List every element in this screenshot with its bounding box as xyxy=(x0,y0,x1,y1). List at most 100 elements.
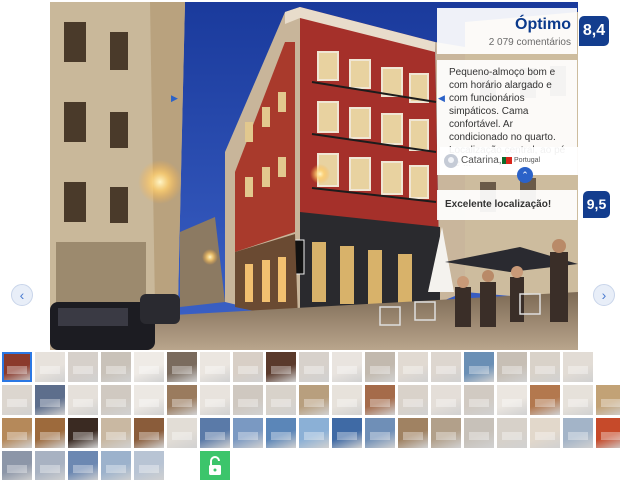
previous-photo-button[interactable]: ‹ xyxy=(11,284,33,306)
gallery-thumbnail[interactable] xyxy=(2,352,32,382)
gallery-thumbnail[interactable] xyxy=(200,352,230,382)
thumbnail-image xyxy=(172,399,192,407)
gallery-thumbnail[interactable] xyxy=(233,418,263,448)
score-badge: 8,4 xyxy=(579,16,609,46)
gallery-thumbnail[interactable] xyxy=(497,352,527,382)
gallery-thumbnail[interactable] xyxy=(464,418,494,448)
gallery-thumbnail[interactable] xyxy=(134,451,164,480)
gallery-thumbnail[interactable] xyxy=(68,451,98,480)
thumbnail-image xyxy=(73,465,93,473)
gallery-thumbnail[interactable] xyxy=(299,418,329,448)
thumbnail-image xyxy=(370,366,390,374)
thumbnail-image xyxy=(106,432,126,440)
gallery-thumbnail[interactable] xyxy=(497,385,527,415)
gallery-thumbnail[interactable] xyxy=(200,418,230,448)
gallery-thumbnail[interactable] xyxy=(134,385,164,415)
gallery-thumbnail[interactable] xyxy=(299,385,329,415)
gallery-thumbnail[interactable] xyxy=(167,385,197,415)
thumbnail-image xyxy=(337,432,357,440)
thumbnail-image xyxy=(40,432,60,440)
thumbnail-image xyxy=(139,399,159,407)
gallery-thumbnail[interactable] xyxy=(365,418,395,448)
gallery-thumbnail[interactable] xyxy=(497,418,527,448)
thumbnail-image xyxy=(271,399,291,407)
gallery-thumbnail[interactable] xyxy=(332,418,362,448)
gallery-thumbnail[interactable] xyxy=(365,352,395,382)
gallery-thumbnail[interactable] xyxy=(101,418,131,448)
main-photo[interactable] xyxy=(50,2,578,350)
thumbnail-image xyxy=(304,366,324,374)
thumbnail-image xyxy=(73,366,93,374)
hotel-gallery: ‹ › Óptimo 2 079 comentários 8,4 ◀ Peque… xyxy=(0,0,620,480)
thumbnail-image xyxy=(40,366,60,374)
thumbnail-image xyxy=(502,432,522,440)
gallery-thumbnail[interactable] xyxy=(266,352,296,382)
gallery-thumbnail[interactable] xyxy=(68,418,98,448)
thumbnail-image xyxy=(238,432,258,440)
gallery-thumbnail[interactable] xyxy=(431,418,461,448)
gallery-thumbnail[interactable] xyxy=(167,352,197,382)
gallery-thumbnail[interactable] xyxy=(35,385,65,415)
gallery-thumbnail[interactable] xyxy=(563,418,593,448)
gallery-thumbnail[interactable] xyxy=(35,418,65,448)
thumbnail-image xyxy=(139,366,159,374)
gallery-thumbnail[interactable] xyxy=(398,352,428,382)
gallery-thumbnail[interactable] xyxy=(563,352,593,382)
gallery-thumbnail[interactable] xyxy=(398,418,428,448)
next-review-icon[interactable]: ▶ xyxy=(171,92,179,104)
gallery-thumbnail[interactable] xyxy=(563,385,593,415)
gallery-thumbnail[interactable] xyxy=(167,418,197,448)
gallery-thumbnail[interactable] xyxy=(431,352,461,382)
gallery-thumbnail[interactable] xyxy=(530,352,560,382)
gallery-thumbnail[interactable] xyxy=(101,352,131,382)
gallery-thumbnail[interactable] xyxy=(233,352,263,382)
chevron-left-icon: ‹ xyxy=(19,287,25,303)
thumbnail-image xyxy=(502,399,522,407)
thumbnail-image xyxy=(370,399,390,407)
gallery-thumbnail[interactable] xyxy=(431,385,461,415)
gallery-thumbnail[interactable] xyxy=(299,352,329,382)
gallery-thumbnail[interactable] xyxy=(332,352,362,382)
gallery-thumbnail[interactable] xyxy=(2,451,32,480)
unlock-more-photos-button[interactable] xyxy=(200,451,230,480)
gallery-thumbnail[interactable] xyxy=(200,385,230,415)
gallery-thumbnail[interactable] xyxy=(35,352,65,382)
next-photo-button[interactable]: › xyxy=(593,284,615,306)
previous-review-icon[interactable]: ◀ xyxy=(438,92,446,104)
gallery-thumbnail[interactable] xyxy=(596,385,620,415)
gallery-thumbnail[interactable] xyxy=(2,385,32,415)
gallery-thumbnail[interactable] xyxy=(332,385,362,415)
collapse-review-button[interactable]: ⌃ xyxy=(517,167,533,183)
rating-label: Óptimo xyxy=(515,16,571,33)
thumbnail-image xyxy=(238,399,258,407)
gallery-thumbnail[interactable] xyxy=(134,352,164,382)
gallery-thumbnail[interactable] xyxy=(530,385,560,415)
chevron-right-icon: › xyxy=(601,287,607,303)
thumbnail-strip xyxy=(2,352,620,480)
review-count[interactable]: 2 079 comentários xyxy=(489,37,571,48)
gallery-thumbnail[interactable] xyxy=(134,418,164,448)
gallery-thumbnail[interactable] xyxy=(464,385,494,415)
gallery-thumbnail[interactable] xyxy=(266,385,296,415)
gallery-thumbnail[interactable] xyxy=(68,352,98,382)
gallery-thumbnail[interactable] xyxy=(35,451,65,480)
gallery-thumbnail[interactable] xyxy=(233,385,263,415)
gallery-thumbnail[interactable] xyxy=(101,385,131,415)
gallery-thumbnail[interactable] xyxy=(398,385,428,415)
gallery-thumbnail[interactable] xyxy=(266,418,296,448)
thumbnail-image xyxy=(568,432,588,440)
gallery-thumbnail[interactable] xyxy=(530,418,560,448)
reviewer-country: Portugal xyxy=(514,157,541,164)
gallery-thumbnail[interactable] xyxy=(68,385,98,415)
gallery-thumbnail[interactable] xyxy=(464,352,494,382)
thumbnail-image xyxy=(205,432,225,440)
thumbnail-image xyxy=(7,366,27,374)
highlight-card: Excelente localização! xyxy=(437,190,577,220)
highlight-label: Excelente localização! xyxy=(445,199,552,210)
gallery-thumbnail[interactable] xyxy=(596,418,620,448)
thumbnail-image xyxy=(205,399,225,407)
thumbnail-image xyxy=(271,366,291,374)
gallery-thumbnail[interactable] xyxy=(365,385,395,415)
gallery-thumbnail[interactable] xyxy=(101,451,131,480)
gallery-thumbnail[interactable] xyxy=(2,418,32,448)
